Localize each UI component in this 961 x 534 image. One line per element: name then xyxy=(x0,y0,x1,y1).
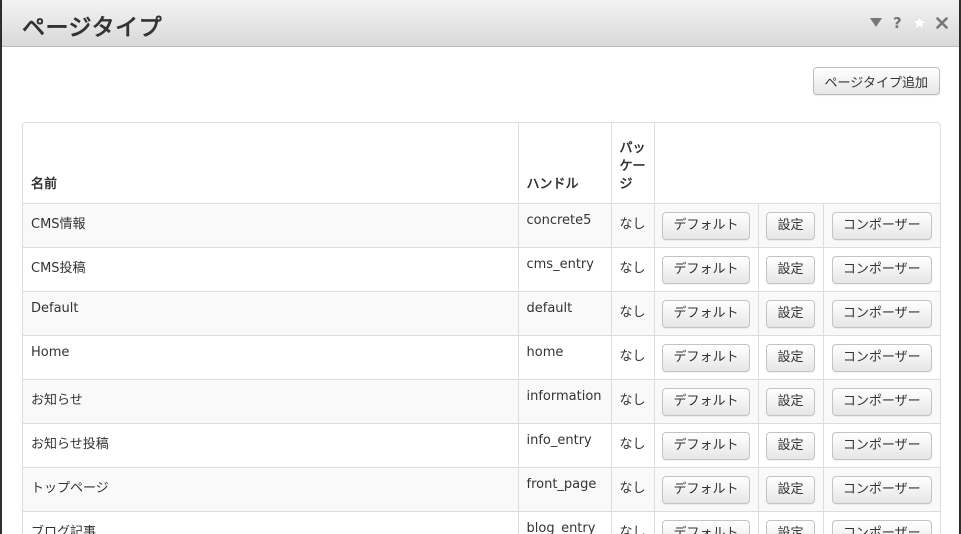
table-row: トップページ front_page なし デフォルト 設定 コンポーザー xyxy=(23,467,940,512)
page-type-handle: front_page xyxy=(517,467,611,512)
page-type-package: なし xyxy=(610,203,654,248)
composer-cell: コンポーザー xyxy=(822,379,940,424)
page-type-package: なし xyxy=(610,379,654,424)
table-row: CMS投稿 cms_entry なし デフォルト 設定 コンポーザー xyxy=(23,247,940,292)
close-icon[interactable] xyxy=(934,15,949,30)
composer-button[interactable]: コンポーザー xyxy=(831,256,932,284)
page-type-name: ブログ記事 xyxy=(23,511,518,534)
page-type-package: なし xyxy=(610,247,654,292)
table-row: ブログ記事 blog_entry なし デフォルト 設定 コンポーザー xyxy=(23,511,940,534)
composer-button[interactable]: コンポーザー xyxy=(831,388,932,416)
page-type-package: なし xyxy=(610,467,654,512)
settings-button[interactable]: 設定 xyxy=(766,344,815,372)
composer-button[interactable]: コンポーザー xyxy=(831,432,932,460)
composer-cell: コンポーザー xyxy=(822,203,940,248)
settings-cell: 設定 xyxy=(757,291,823,336)
page-type-handle: cms_entry xyxy=(517,247,611,292)
defaults-cell: デフォルト xyxy=(653,379,758,424)
defaults-button[interactable]: デフォルト xyxy=(662,300,750,328)
page-type-handle: default xyxy=(517,291,611,336)
composer-cell: コンポーザー xyxy=(822,335,940,380)
page-types-dialog: ページタイプ ? ページタイプ追加 名前 ハンドル パッ ケー ジ CMS情報 … xyxy=(2,0,959,534)
page-type-handle: home xyxy=(517,335,611,380)
defaults-button[interactable]: デフォルト xyxy=(662,212,750,240)
defaults-cell: デフォルト xyxy=(653,291,758,336)
page-type-handle: information xyxy=(517,379,611,424)
page-type-handle: info_entry xyxy=(517,423,611,468)
titlebar-icons: ? xyxy=(868,15,949,30)
composer-button[interactable]: コンポーザー xyxy=(831,520,932,534)
page-type-name: CMS情報 xyxy=(23,203,518,248)
composer-cell: コンポーザー xyxy=(822,247,940,292)
settings-cell: 設定 xyxy=(757,203,823,248)
composer-cell: コンポーザー xyxy=(822,423,940,468)
page-type-package: なし xyxy=(610,511,654,534)
dropdown-triangle-icon[interactable] xyxy=(868,15,883,30)
page-type-name: Home xyxy=(23,335,518,380)
page-type-handle: blog_entry xyxy=(517,511,611,534)
defaults-button[interactable]: デフォルト xyxy=(662,476,750,504)
defaults-button[interactable]: デフォルト xyxy=(662,432,750,460)
dialog-title: ページタイプ xyxy=(22,15,163,41)
settings-button[interactable]: 設定 xyxy=(766,520,815,534)
column-header-actions xyxy=(653,123,940,204)
page-type-name: お知らせ xyxy=(23,379,518,424)
composer-button[interactable]: コンポーザー xyxy=(831,300,932,328)
page-type-name: Default xyxy=(23,291,518,336)
column-header-name: 名前 xyxy=(31,177,58,192)
help-icon[interactable]: ? xyxy=(890,15,905,30)
add-page-type-button[interactable]: ページタイプ追加 xyxy=(812,67,940,95)
page-type-package: なし xyxy=(610,423,654,468)
defaults-cell: デフォルト xyxy=(653,511,758,534)
page-type-package: なし xyxy=(610,291,654,336)
defaults-button[interactable]: デフォルト xyxy=(662,520,750,534)
column-header-package-line: ジ xyxy=(619,177,633,192)
settings-button[interactable]: 設定 xyxy=(766,256,815,284)
table-row: CMS情報 concrete5 なし デフォルト 設定 コンポーザー xyxy=(23,203,940,248)
defaults-button[interactable]: デフォルト xyxy=(662,256,750,284)
table-row: Default default なし デフォルト 設定 コンポーザー xyxy=(23,291,940,336)
defaults-button[interactable]: デフォルト xyxy=(662,388,750,416)
settings-button[interactable]: 設定 xyxy=(766,388,815,416)
page-type-name: お知らせ投稿 xyxy=(23,423,518,468)
settings-button[interactable]: 設定 xyxy=(766,212,815,240)
settings-cell: 設定 xyxy=(757,247,823,292)
settings-cell: 設定 xyxy=(757,467,823,512)
column-header-package-line: ケー xyxy=(619,159,646,174)
table-row: お知らせ information なし デフォルト 設定 コンポーザー xyxy=(23,379,940,424)
defaults-button[interactable]: デフォルト xyxy=(662,344,750,372)
page-type-handle: concrete5 xyxy=(517,203,611,248)
settings-cell: 設定 xyxy=(757,379,823,424)
table-header-row: 名前 ハンドル パッ ケー ジ xyxy=(23,123,940,204)
page-types-table: 名前 ハンドル パッ ケー ジ CMS情報 concrete5 なし デフォルト 設定コ… xyxy=(22,122,941,534)
star-icon[interactable] xyxy=(912,15,927,30)
page-type-name: トップページ xyxy=(23,467,518,512)
defaults-cell: デフォルト xyxy=(653,335,758,380)
composer-cell: コンポーザー xyxy=(822,291,940,336)
column-header-package-line: パッ xyxy=(619,141,646,156)
settings-cell: 設定 xyxy=(757,423,823,468)
svg-text:?: ? xyxy=(893,15,902,30)
page-type-name: CMS投稿 xyxy=(23,247,518,292)
table-row: お知らせ投稿 info_entry なし デフォルト 設定 コンポーザー xyxy=(23,423,940,468)
settings-button[interactable]: 設定 xyxy=(766,300,815,328)
defaults-cell: デフォルト xyxy=(653,247,758,292)
settings-button[interactable]: 設定 xyxy=(766,432,815,460)
dialog-titlebar: ページタイプ ? xyxy=(2,0,959,47)
composer-cell: コンポーザー xyxy=(822,511,940,534)
composer-button[interactable]: コンポーザー xyxy=(831,476,932,504)
defaults-cell: デフォルト xyxy=(653,423,758,468)
column-header-package: パッ ケー ジ xyxy=(610,123,654,204)
defaults-cell: デフォルト xyxy=(653,203,758,248)
page-type-package: なし xyxy=(610,335,654,380)
column-header-handle: ハンドル xyxy=(517,123,611,204)
table-row: Home home なし デフォルト 設定 コンポーザー xyxy=(23,335,940,380)
composer-cell: コンポーザー xyxy=(822,467,940,512)
settings-cell: 設定 xyxy=(757,335,823,380)
defaults-cell: デフォルト xyxy=(653,467,758,512)
settings-button[interactable]: 設定 xyxy=(766,476,815,504)
composer-button[interactable]: コンポーザー xyxy=(831,212,932,240)
settings-cell: 設定 xyxy=(757,511,823,534)
composer-button[interactable]: コンポーザー xyxy=(831,344,932,372)
